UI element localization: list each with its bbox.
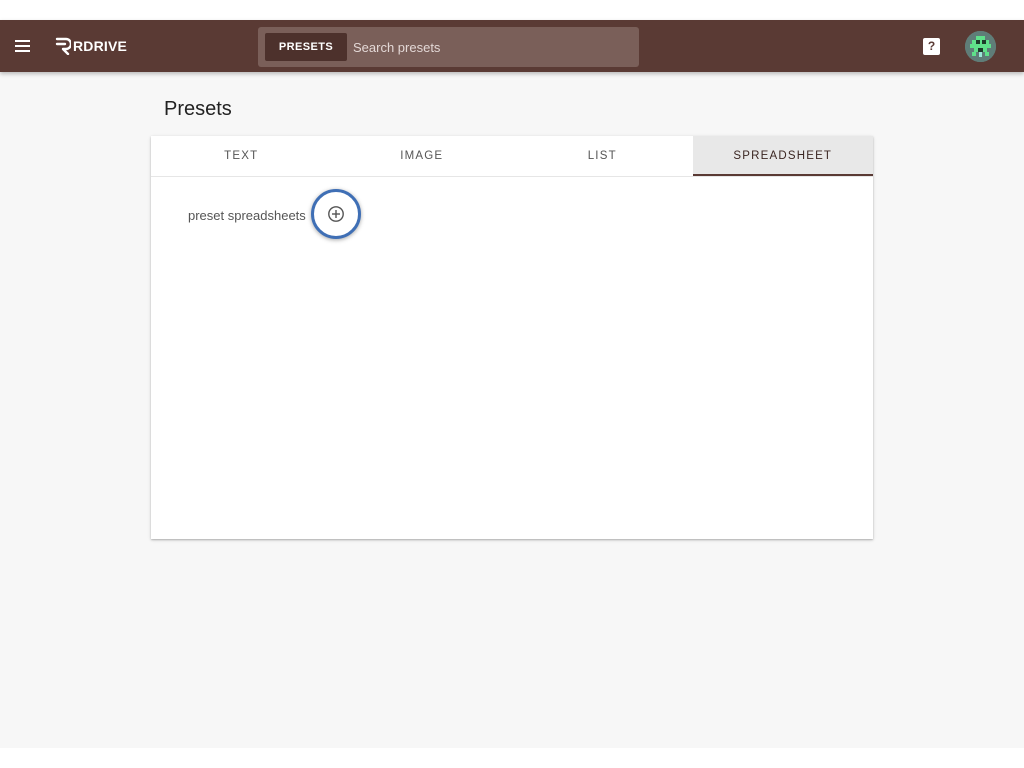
app-logo[interactable]: RDRIVE xyxy=(55,36,127,56)
preset-tabs: TEXT IMAGE LIST SPREADSHEET xyxy=(151,136,873,177)
add-preset-spreadsheet-button[interactable] xyxy=(311,189,361,239)
search-input[interactable] xyxy=(353,33,623,61)
preset-spreadsheets-row: preset spreadsheets xyxy=(188,208,306,223)
rdrive-logo-icon xyxy=(55,37,71,55)
user-avatar[interactable] xyxy=(965,31,996,62)
brand-name: RDRIVE xyxy=(73,38,128,54)
tab-list[interactable]: LIST xyxy=(512,136,693,176)
presets-card: TEXT IMAGE LIST SPREADSHEET preset sprea… xyxy=(151,136,873,539)
help-icon: ? xyxy=(927,39,936,53)
page-title: Presets xyxy=(164,98,232,120)
preset-spreadsheets-label: preset spreadsheets xyxy=(188,208,306,223)
menu-button[interactable] xyxy=(12,36,34,56)
tab-image[interactable]: IMAGE xyxy=(332,136,513,176)
help-button[interactable]: ? xyxy=(923,38,940,55)
app-bar: RDRIVE PRESETS ? xyxy=(0,20,1024,72)
presets-scope-button[interactable]: PRESETS xyxy=(265,33,347,61)
pixel-avatar-icon xyxy=(965,31,996,62)
tab-spreadsheet[interactable]: SPREADSHEET xyxy=(692,136,873,176)
add-circle-icon xyxy=(328,206,344,222)
tab-text[interactable]: TEXT xyxy=(151,136,332,176)
search-bar: PRESETS xyxy=(258,27,639,67)
app-frame: RDRIVE PRESETS ? Presets xyxy=(0,20,1024,748)
